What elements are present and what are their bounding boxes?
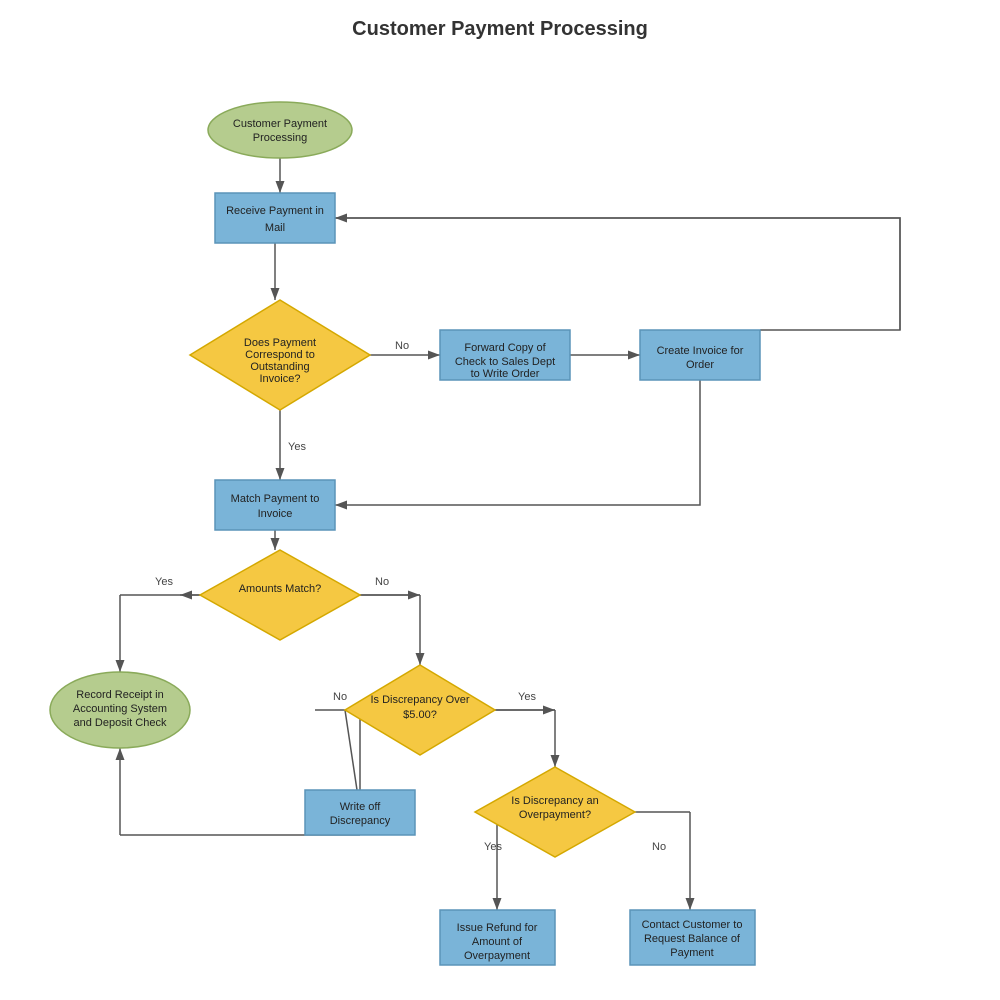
node-start [208, 102, 352, 158]
node-receive [215, 193, 335, 243]
label-yes1: Yes [288, 441, 306, 453]
label-yes4: Yes [484, 841, 502, 853]
node-decision2-label1: Amounts Match? [239, 583, 322, 595]
node-forward-label3: to Write Order [471, 368, 540, 380]
node-writeoff-label2: Discrepancy [330, 815, 391, 827]
label-no2: No [375, 576, 389, 588]
node-decision2 [200, 550, 360, 640]
label-yes2: Yes [155, 576, 173, 588]
node-contact-label3: Payment [670, 947, 713, 959]
node-createinvoice-label2: Order [686, 359, 714, 371]
diagram-container: Customer Payment Processing No Yes [0, 0, 1000, 1000]
node-forward-label1: Forward Copy of [464, 342, 546, 354]
label-no4: No [652, 841, 666, 853]
node-record-label2: Accounting System [73, 703, 167, 715]
node-decision1-label2: Correspond to [245, 349, 315, 361]
node-decision1-label1: Does Payment [244, 337, 316, 349]
node-contact-label2: Request Balance of [644, 933, 741, 945]
node-match [215, 480, 335, 530]
flowchart: No Yes Yes No No Yes [0, 0, 1000, 1000]
node-decision4-label2: Overpayment? [519, 809, 591, 821]
node-receive-label: Receive Payment in [226, 205, 324, 217]
label-no3: No [333, 691, 347, 703]
node-refund-label1: Issue Refund for [457, 922, 538, 934]
node-start-label2: Processing [253, 132, 307, 144]
node-decision4-label1: Is Discrepancy an [511, 795, 598, 807]
node-receive-label2: Mail [265, 222, 285, 234]
node-refund-label3: Overpayment [464, 950, 530, 962]
node-forward-label2: Check to Sales Dept [455, 356, 555, 368]
node-record-label3: and Deposit Check [74, 717, 167, 729]
node-writeoff-label1: Write off [340, 801, 381, 813]
node-decision3-label2: $5.00? [403, 709, 437, 721]
label-no1: No [395, 340, 409, 352]
node-refund-label2: Amount of [472, 936, 523, 948]
node-match-label2: Invoice [258, 508, 293, 520]
node-decision1-label4: Invoice? [260, 373, 301, 385]
node-createinvoice-label1: Create Invoice for [657, 345, 744, 357]
node-contact-label1: Contact Customer to [642, 919, 743, 931]
node-decision3-label1: Is Discrepancy Over [370, 694, 469, 706]
node-decision1-label3: Outstanding [250, 361, 309, 373]
node-match-label1: Match Payment to [231, 493, 320, 505]
node-start-label: Customer Payment [233, 118, 327, 130]
node-record-label1: Record Receipt in [76, 689, 163, 701]
label-yes3: Yes [518, 691, 536, 703]
